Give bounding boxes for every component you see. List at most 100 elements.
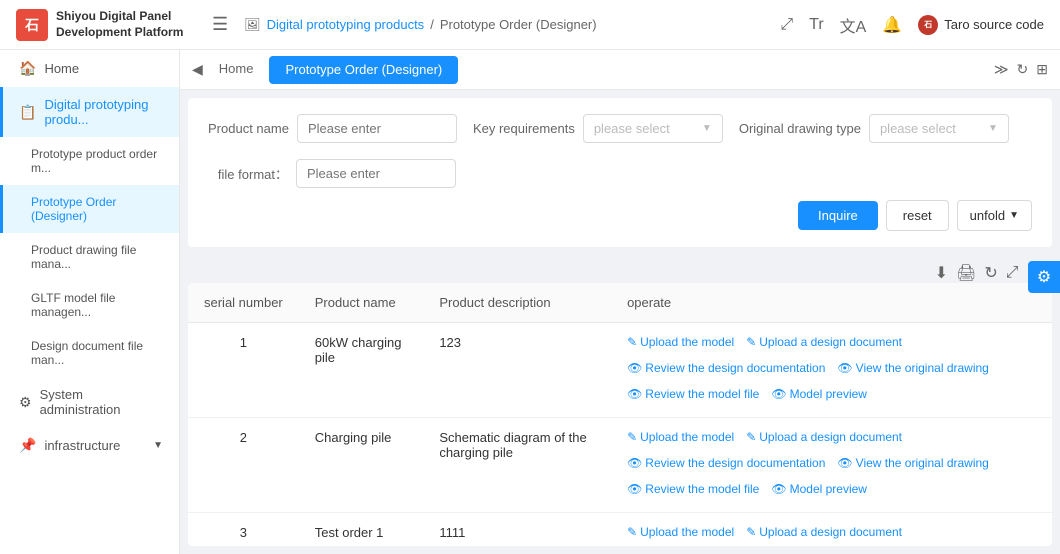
cell-operate: ✎Upload the model ✎Upload a design docume…	[611, 513, 1052, 547]
key-req-label: Key requirements	[473, 121, 575, 136]
table-row: 2Charging pileSchematic diagram of the c…	[188, 418, 1052, 513]
filter-product-name: Product name	[208, 114, 457, 143]
filter-row: Product name Key requirements please sel…	[208, 114, 1032, 188]
operate-link[interactable]: ✎Upload the model	[627, 335, 734, 349]
sidebar: 🏠 Home 📋 Digital prototyping produ... Pr…	[0, 50, 180, 554]
cell-product-name: Charging pile	[299, 418, 424, 513]
sidebar-item-design-doc[interactable]: Design document file man...	[0, 329, 179, 377]
settings-gear-icon: ⚙	[1037, 267, 1051, 287]
breadcrumb-icon: 🖼	[244, 17, 261, 33]
cell-serial: 2	[188, 418, 299, 513]
tab-home[interactable]: Home	[203, 50, 270, 89]
logo-text: Shiyou Digital Panel Development Platfor…	[56, 9, 183, 40]
tab-more-icon[interactable]: ≫	[994, 61, 1009, 78]
unfold-label: unfold	[970, 208, 1005, 223]
drawing-type-label: Original drawing type	[739, 121, 861, 136]
cell-description: Schematic diagram of the charging pile	[423, 418, 611, 513]
sidebar-item-proto-order[interactable]: Prototype product order m...	[0, 137, 179, 185]
tab-right-actions: ≫ ↻ ⊞	[994, 61, 1048, 78]
inquire-button[interactable]: Inquire	[798, 201, 878, 230]
sidebar-item-digital-proto[interactable]: 📋 Digital prototyping produ...	[0, 87, 179, 137]
operate-link[interactable]: 👁Review the design documentation	[627, 361, 825, 375]
download-icon[interactable]: ⬇	[935, 263, 948, 283]
cell-serial: 3	[188, 513, 299, 547]
content-area: ◀ Home Prototype Order (Designer) ≫ ↻ ⊞ …	[180, 50, 1060, 554]
file-format-label: file format：	[208, 164, 288, 183]
operate-link[interactable]: 👁Model preview	[771, 387, 867, 401]
operate-link[interactable]: 👁View the original drawing	[837, 456, 988, 470]
infrastructure-icon: 📌	[19, 437, 36, 454]
filter-actions: Inquire reset unfold ▼	[208, 200, 1032, 231]
operate-link[interactable]: 👁Model preview	[771, 482, 867, 496]
table-row: 3Test order 11111✎Upload the model✎Uploa…	[188, 513, 1052, 547]
data-table: serial number Product name Product descr…	[188, 283, 1052, 546]
system-admin-icon: ⚙	[19, 394, 32, 411]
filter-file-format: file format：	[208, 159, 456, 188]
col-product-name: Product name	[299, 283, 424, 323]
operate-link[interactable]: 👁Review the model file	[627, 387, 759, 401]
sidebar-item-digital-proto-label: Digital prototyping produ...	[44, 97, 163, 127]
operate-link[interactable]: ✎Upload the model	[627, 430, 734, 444]
product-name-label: Product name	[208, 121, 289, 136]
operate-link[interactable]: 👁Review the design documentation	[627, 456, 825, 470]
operate-link[interactable]: ✎Upload the model	[627, 525, 734, 539]
sidebar-item-infrastructure[interactable]: 📌 infrastructure ▼	[0, 427, 179, 464]
key-req-select[interactable]: please select ▼	[583, 114, 723, 143]
settings-float-button[interactable]: ⚙	[1028, 261, 1060, 293]
cell-operate: ✎Upload the model ✎Upload a design docume…	[611, 323, 1052, 418]
drawing-file-label: Product drawing file mana...	[31, 243, 163, 271]
filter-key-req: Key requirements please select ▼	[473, 114, 723, 143]
cell-product-name: 60kW charging pile	[299, 323, 424, 418]
sidebar-item-drawing-file[interactable]: Product drawing file mana...	[0, 233, 179, 281]
operate-link[interactable]: 👁View the original drawing	[837, 361, 988, 375]
digital-proto-icon: 📋	[19, 104, 36, 121]
tab-grid-icon[interactable]: ⊞	[1036, 61, 1048, 78]
cell-description: 123	[423, 323, 611, 418]
translate-icon[interactable]: 文A	[840, 13, 867, 37]
product-name-input[interactable]	[297, 114, 457, 143]
reset-button[interactable]: reset	[886, 200, 949, 231]
unfold-button[interactable]: unfold ▼	[957, 200, 1032, 231]
breadcrumb-parent[interactable]: Digital prototyping products	[267, 17, 425, 32]
breadcrumb-separator: /	[430, 17, 434, 32]
fullscreen-icon[interactable]: ⤢	[780, 16, 793, 34]
taro-logo: 石	[918, 15, 938, 35]
gltf-model-label: GLTF model file managen...	[31, 291, 163, 319]
drawing-type-chevron-icon: ▼	[988, 123, 998, 134]
proto-order-label: Prototype product order m...	[31, 147, 163, 175]
file-format-input[interactable]	[296, 159, 456, 188]
main-layout: 🏠 Home 📋 Digital prototyping produ... Pr…	[0, 50, 1060, 554]
operate-link[interactable]: ✎Upload a design document	[746, 430, 902, 444]
drawing-type-select[interactable]: please select ▼	[869, 114, 1009, 143]
cell-description: 1111	[423, 513, 611, 547]
bell-icon[interactable]: 🔔	[882, 15, 902, 35]
cell-serial: 1	[188, 323, 299, 418]
hamburger-button[interactable]: ☰	[208, 10, 232, 39]
home-icon: 🏠	[19, 60, 36, 77]
cell-product-name: Test order 1	[299, 513, 424, 547]
col-operate: operate	[611, 283, 1052, 323]
operate-link[interactable]: 👁Review the model file	[627, 482, 759, 496]
operate-link[interactable]: ✎Upload a design document	[746, 335, 902, 349]
taro-source[interactable]: 石 Taro source code	[918, 15, 1044, 35]
breadcrumb: 🖼 Digital prototyping products / Prototy…	[244, 17, 596, 33]
sidebar-item-home[interactable]: 🏠 Home	[0, 50, 179, 87]
refresh-icon[interactable]: ↻	[984, 263, 997, 283]
tab-active[interactable]: Prototype Order (Designer)	[269, 56, 458, 84]
header-right: ⤢ Tr 文A 🔔 石 Taro source code	[780, 13, 1044, 37]
breadcrumb-current: Prototype Order (Designer)	[440, 17, 597, 32]
expand-icon[interactable]: ⤢	[1006, 264, 1019, 282]
tab-collapse-icon[interactable]: ◀	[192, 61, 203, 78]
key-req-select-value: please select	[594, 121, 670, 136]
unfold-chevron-icon: ▼	[1009, 210, 1019, 221]
tab-refresh-icon[interactable]: ↻	[1017, 61, 1029, 78]
top-header: 石 Shiyou Digital Panel Development Platf…	[0, 0, 1060, 50]
font-icon[interactable]: Tr	[809, 16, 824, 34]
sidebar-item-gltf-model[interactable]: GLTF model file managen...	[0, 281, 179, 329]
design-doc-label: Design document file man...	[31, 339, 163, 367]
operate-link[interactable]: ✎Upload a design document	[746, 525, 902, 539]
print-icon[interactable]: 🖨	[956, 263, 976, 283]
sidebar-item-system-admin[interactable]: ⚙ System administration	[0, 377, 179, 427]
sidebar-item-proto-order-designer[interactable]: Prototype Order (Designer)	[0, 185, 179, 233]
cell-operate: ✎Upload the model ✎Upload a design docume…	[611, 418, 1052, 513]
